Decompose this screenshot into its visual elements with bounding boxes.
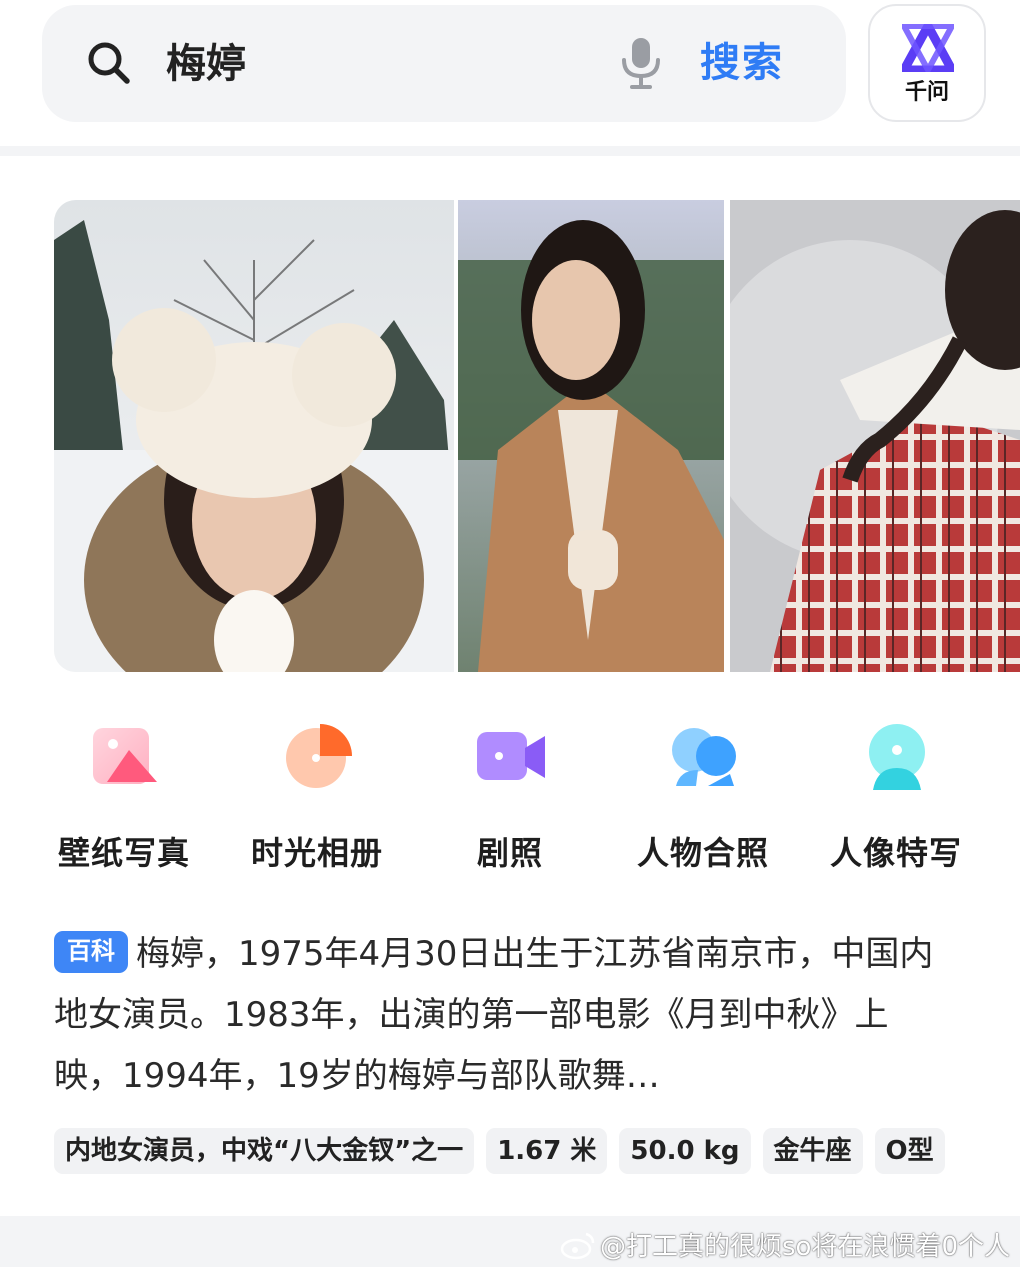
top-bar: 梅婷 搜索 千问 xyxy=(0,0,1020,146)
baike-badge: 百科 xyxy=(54,931,128,973)
baike-summary[interactable]: 百科 梅婷，1975年4月30日出生于江苏省南京市，中国内地女演员。1983年，出… xyxy=(54,924,954,1107)
tag-weight[interactable]: 50.0 kg xyxy=(619,1128,751,1174)
watermark-text: @打工真的很烦so将在浪惯着0个人 xyxy=(600,1232,1010,1262)
category-label: 时光相册 xyxy=(250,834,383,872)
watermark: @打工真的很烦so将在浪惯着0个人 xyxy=(560,1226,1010,1263)
qianwen-assistant-button[interactable]: 千问 xyxy=(868,4,986,122)
search-icon xyxy=(88,42,130,84)
category-album[interactable]: 时光相册 xyxy=(222,720,412,880)
profile-tags: 内地女演员，中戏“八大金钗”之一 1.67 米 50.0 kg 金牛座 O型 xyxy=(54,1128,945,1174)
pie-icon xyxy=(286,724,352,788)
category-group-photos[interactable]: 人物合照 xyxy=(608,720,798,880)
group-chat-icon xyxy=(672,728,736,786)
tag-height[interactable]: 1.67 米 xyxy=(486,1128,608,1174)
category-label: 人物合照 xyxy=(636,834,769,872)
photo-snow-selfie[interactable] xyxy=(54,200,454,672)
photo-camel-coat[interactable] xyxy=(458,200,724,672)
category-stills[interactable]: 剧照 xyxy=(415,720,605,880)
category-label: 壁纸写真 xyxy=(57,834,190,872)
video-camera-icon xyxy=(477,732,545,780)
category-label: 剧照 xyxy=(476,834,543,872)
section-divider xyxy=(0,146,1020,156)
picture-icon xyxy=(93,728,157,784)
baike-text: 梅婷，1975年4月30日出生于江苏省南京市，中国内地女演员。1983年，出演的… xyxy=(54,934,934,1096)
search-button[interactable]: 搜索 xyxy=(700,34,784,92)
tag-zodiac[interactable]: 金牛座 xyxy=(762,1128,863,1174)
photo-plaid-coat[interactable] xyxy=(730,200,1020,672)
tag-blood-type[interactable]: O型 xyxy=(874,1128,945,1174)
category-wallpaper[interactable]: 壁纸写真 xyxy=(29,720,219,880)
category-portrait[interactable]: 人像特写 xyxy=(801,720,991,880)
portrait-icon xyxy=(869,724,925,790)
tag-occupation[interactable]: 内地女演员，中戏“八大金钗”之一 xyxy=(54,1128,475,1174)
search-input[interactable]: 梅婷 xyxy=(166,36,246,92)
qianwen-label: 千问 xyxy=(904,80,949,105)
microphone-icon[interactable] xyxy=(618,36,664,90)
weibo-logo-icon xyxy=(560,1232,595,1259)
category-label: 人像特写 xyxy=(829,834,962,872)
qianwen-logo-icon xyxy=(902,24,954,72)
